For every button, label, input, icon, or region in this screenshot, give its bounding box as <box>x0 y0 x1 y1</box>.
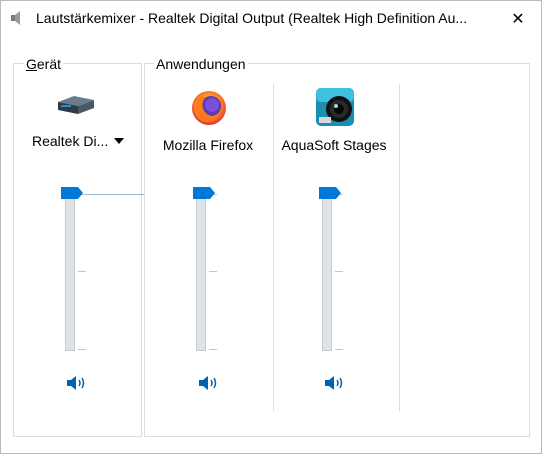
app-name-aquasoft: AquaSoft Stages <box>281 137 387 153</box>
firefox-icon <box>192 91 226 125</box>
speaker-icon <box>11 11 20 25</box>
speaker-icon[interactable] <box>198 374 220 392</box>
volume-slider-device[interactable] <box>65 193 75 351</box>
window-title: Lautstärkemixer - Realtek Digital Output… <box>36 10 468 26</box>
aquasoft-stages-icon <box>316 88 354 126</box>
device-group-label: Gerät <box>24 56 64 72</box>
audio-device-icon <box>58 96 94 114</box>
chevron-down-icon <box>114 138 125 144</box>
device-name: Realtek Di... <box>32 133 109 149</box>
speaker-icon[interactable] <box>66 374 88 392</box>
title-bar[interactable]: Lautstärkemixer - Realtek Digital Output… <box>1 1 541 37</box>
close-icon: ✕ <box>511 11 525 28</box>
applications-group-label: Anwendungen <box>154 56 248 72</box>
app-name-firefox: Mozilla Firefox <box>162 137 254 153</box>
device-selector[interactable]: Realtek Di... <box>32 133 125 149</box>
close-button[interactable]: ✕ <box>495 1 541 37</box>
volume-thumb-firefox[interactable] <box>193 187 215 199</box>
volume-thumb-device[interactable] <box>61 187 83 199</box>
volume-thumb-aquasoft[interactable] <box>319 187 341 199</box>
volume-mixer-window: Lautstärkemixer - Realtek Digital Output… <box>0 0 542 454</box>
speaker-icon[interactable] <box>324 374 346 392</box>
volume-slider-firefox[interactable] <box>196 193 206 351</box>
volume-slider-aquasoft[interactable] <box>322 193 332 351</box>
